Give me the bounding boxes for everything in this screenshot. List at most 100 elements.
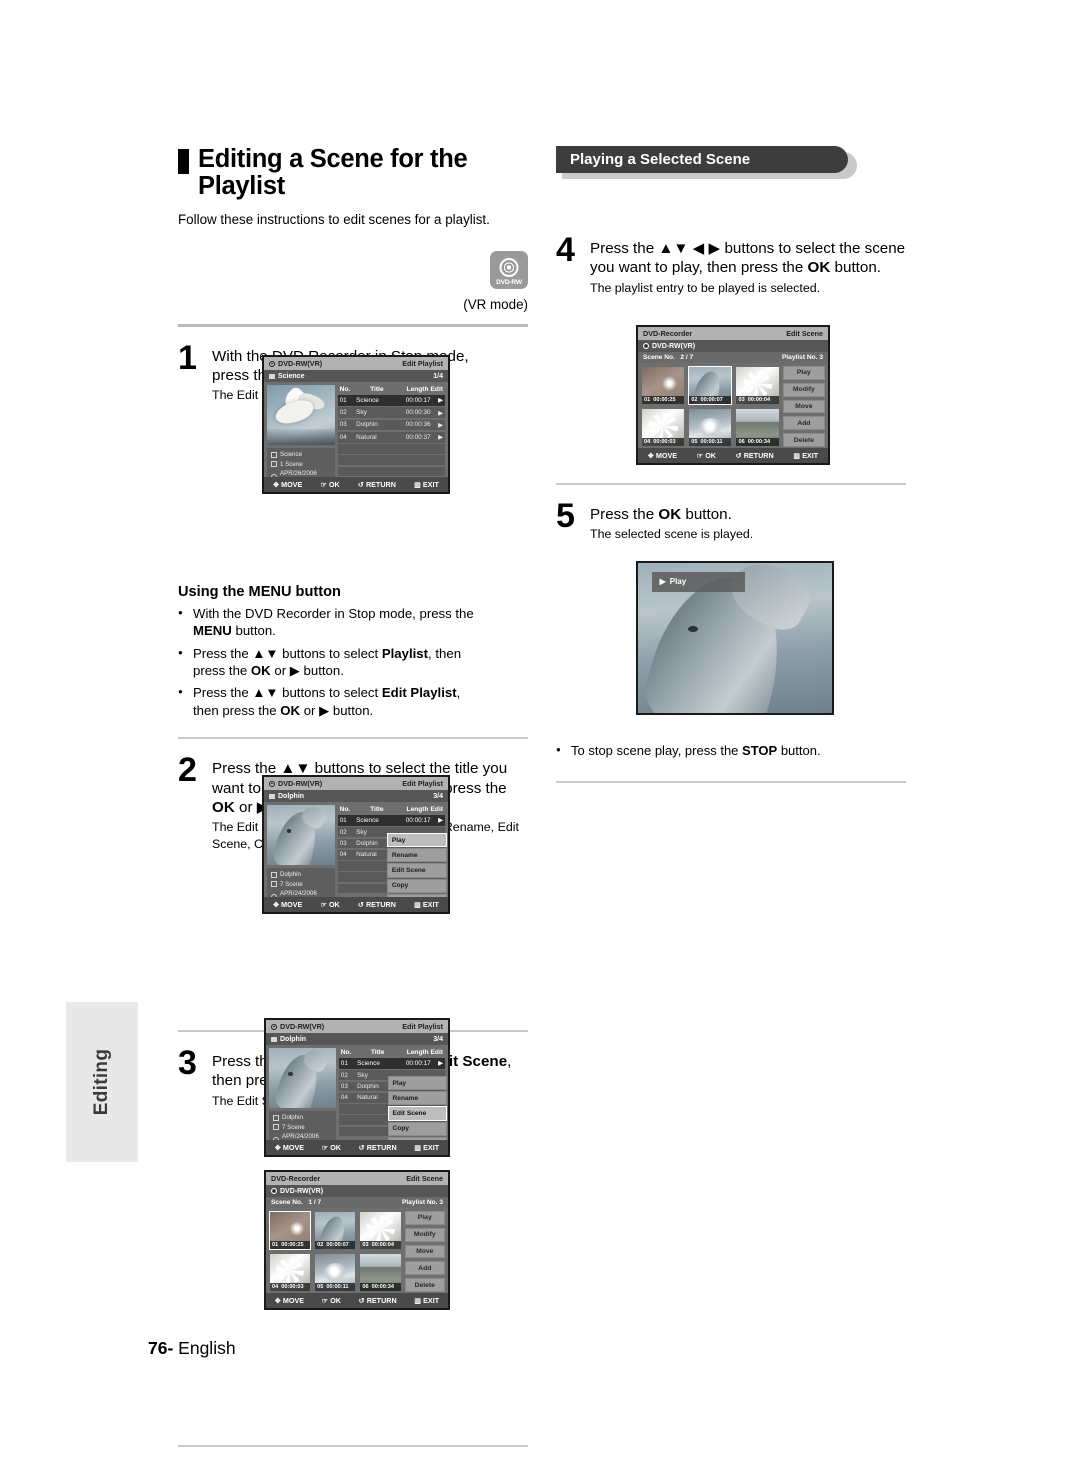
scene-thumbnail[interactable]: 06 00:00:34 [359,1253,402,1292]
osd-topbar: DVD-RW(VR) Edit Playlist [266,1020,448,1033]
scene-menu-modify[interactable]: Modify [782,382,825,397]
step-4-number: 4 [556,231,575,269]
nav-move[interactable]: ✥ MOVE [648,451,677,460]
list-icon [271,1036,277,1042]
nav-exit[interactable]: ▥ EXIT [793,451,818,460]
divider [178,737,528,740]
list-icon [269,793,275,799]
scene-thumbnail[interactable]: 04 00:00:03 [269,1253,312,1292]
list-icon [269,373,275,379]
chapter-side-tab: Editing [66,1002,138,1162]
step-5-text: Press the OK button. [590,506,732,524]
screenshot-scene-playback: ▶ Play [636,561,834,715]
preview-thumbnail-dolphin [269,1048,336,1108]
nav-ok[interactable]: ☞ OK [320,480,339,489]
menu-item-copy[interactable]: Copy [387,1121,447,1136]
scene-thumbnail[interactable]: 01 00:00:25 [641,366,686,405]
scene-thumbnail[interactable]: 05 00:00:11 [314,1253,357,1292]
table-row[interactable]: 02 Sky 00:00:30 ▶ [337,407,445,419]
osd-screen-title: Edit Playlist [402,359,443,368]
nav-return[interactable]: ↺ RETURN [736,451,774,460]
menu-item-copy[interactable]: Copy [386,878,447,893]
nav-exit[interactable]: ▥ EXIT [414,1296,439,1305]
scene-menu-add[interactable]: Add [782,416,825,431]
menu-item-edit-scene[interactable]: Edit Scene [386,863,447,878]
disc-ring-icon [643,343,649,349]
table-row[interactable]: 01 Science 00:00:17 ▶ [337,395,445,406]
nav-exit[interactable]: ▥ EXIT [414,480,439,489]
scene-menu-play[interactable]: Play [404,1211,445,1225]
disc-ring-icon [269,360,275,367]
playlist-no: Playlist No. 3 [781,354,823,361]
scene-thumbnail[interactable]: 03 00:00:04 [735,366,780,405]
scene-menu-add[interactable]: Add [404,1261,445,1276]
nav-return[interactable]: ↺ RETURN [358,900,396,909]
info-scenes: 7 Scene [280,880,303,888]
divider [556,781,906,784]
scene-thumbnail[interactable]: 04 00:00:03 [641,408,686,447]
osd-entry-counter: 1/4 [433,372,443,380]
preview-thumbnail-dolphin [267,805,335,865]
nav-ok[interactable]: ☞ OK [320,900,339,909]
step-2-number: 2 [178,751,197,790]
menu-item-edit-scene[interactable]: Edit Scene [387,1106,447,1121]
nav-exit[interactable]: ▥ EXIT [414,1143,439,1152]
menu-bullet-list: With the DVD Recorder in Stop mode, pres… [178,605,528,720]
osd-subbar: DVD-RW(VR) [638,340,828,352]
playlist-no: Playlist No. 3 [401,1199,443,1206]
list-item: To stop scene play, press the STOP butto… [556,742,906,759]
scene-no-label: Scene No. [271,1199,303,1206]
scene-thumbnail[interactable]: 05 00:00:11 [688,408,733,447]
manual-page: Editing Editing a Scene for the Playlist… [0,0,1080,1470]
nav-ok[interactable]: ☞ OK [322,1143,341,1152]
step-4: 4 Press the ▲▼ ◀ ▶ buttons to select the… [556,231,906,296]
nav-move[interactable]: ✥ MOVE [275,1296,304,1305]
menu-item-play[interactable]: Play [386,833,447,848]
list-item: Press the ▲▼ buttons to select Playlist,… [178,645,528,680]
col-title: Title [370,386,384,393]
nav-move[interactable]: ✥ MOVE [275,1143,304,1152]
nav-exit[interactable]: ▥ EXIT [414,900,439,909]
table-row[interactable]: 04 Natural 00:00:37 ▶ [337,431,445,443]
menu-item-rename[interactable]: Rename [387,1091,447,1106]
scene-thumbnail[interactable]: 06 00:00:34 [735,408,780,447]
scene-info-bar: Scene No. 1 / 7 Playlist No. 3 [266,1197,448,1208]
nav-return[interactable]: ↺ RETURN [358,480,396,489]
col-no: No. [339,386,351,393]
nav-move[interactable]: ✥ MOVE [273,900,302,909]
menu-item-play[interactable]: Play [387,1076,447,1091]
page-number: 76- [148,1338,174,1358]
stop-note-list: To stop scene play, press the STOP butto… [556,742,906,759]
table-row-empty [337,455,445,466]
scene-menu-play[interactable]: Play [782,366,825,380]
scene-menu-move[interactable]: Move [404,1244,445,1259]
menu-item-rename[interactable]: Rename [386,848,447,863]
scene-menu-delete[interactable]: Delete [782,433,825,447]
scene-menu-move[interactable]: Move [782,399,825,414]
osd-recorder-label: DVD-Recorder [271,1174,321,1183]
list-item: Press the ▲▼ buttons to select Edit Play… [178,684,528,719]
step-1-number: 1 [178,338,197,377]
nav-return[interactable]: ↺ RETURN [359,1143,397,1152]
scene-menu-modify[interactable]: Modify [404,1227,445,1242]
col-length: Length [406,386,429,393]
osd-screen-title: Edit Playlist [402,1022,443,1031]
scene-thumbnail[interactable]: 03 00:00:04 [359,1211,402,1250]
scene-thumbnail[interactable]: 02 00:00:07 [688,366,733,405]
nav-return[interactable]: ↺ RETURN [359,1296,397,1305]
table-row[interactable]: 01 Science 00:00:17 ▶ [337,815,445,826]
osd-topbar: DVD-Recorder Edit Scene [638,327,828,340]
table-row[interactable]: 03 Dolphin 00:00:36 ▶ [337,419,445,431]
scene-menu-delete[interactable]: Delete [404,1278,445,1292]
nav-move[interactable]: ✥ MOVE [273,480,302,489]
intro-text: Follow these instructions to edit scenes… [178,211,490,227]
osd-navbar: ✥ MOVE ☞ OK ↺ RETURN ▥ EXIT [264,897,448,912]
scene-thumbnail[interactable]: 01 00:00:25 [269,1211,312,1250]
vr-mode-note: (VR mode) [463,296,528,312]
nav-ok[interactable]: ☞ OK [322,1296,341,1305]
scene-thumbnail[interactable]: 02 00:00:07 [314,1211,357,1250]
chapter-side-tab-label: Editing [90,1048,112,1116]
divider [178,1445,528,1448]
table-row[interactable]: 01 Science 00:00:17 ▶ [338,1058,445,1069]
nav-ok[interactable]: ☞ OK [697,451,716,460]
